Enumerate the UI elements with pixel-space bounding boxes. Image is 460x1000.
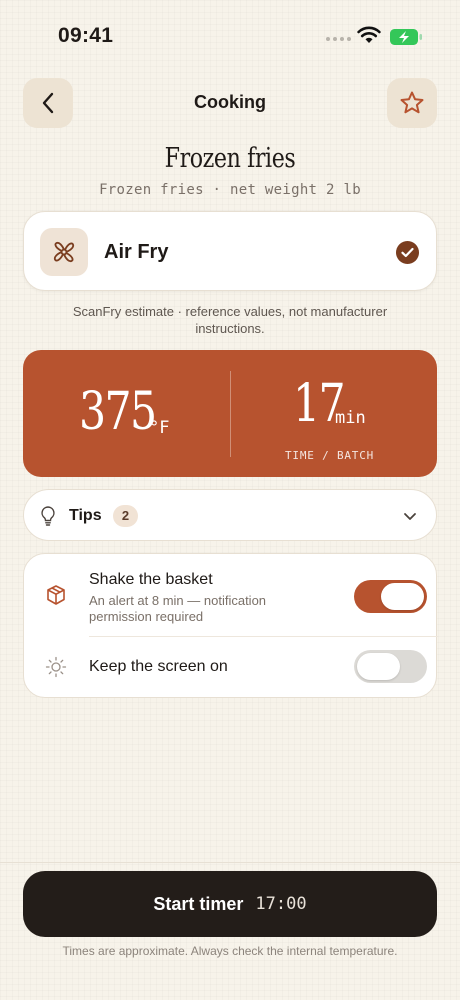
- status-time: 09:41: [58, 24, 114, 47]
- status-bar: 09:41: [0, 0, 460, 60]
- battery-charging-icon: [390, 29, 422, 45]
- wifi-icon: [357, 26, 381, 43]
- star-icon: [400, 91, 424, 114]
- tips-label: Tips: [69, 507, 102, 524]
- toggle-knob: [381, 583, 424, 610]
- time-unit: min: [335, 408, 366, 428]
- options-card: Shake the basket An alert at 8 min — not…: [23, 553, 438, 698]
- start-timer-time: 17:00: [255, 894, 307, 914]
- temperature-unit: °F: [149, 418, 170, 438]
- divider: [89, 636, 438, 637]
- food-subtitle: Frozen fries · net weight 2 lb: [99, 182, 361, 198]
- shake-basket-title: Shake the basket: [89, 571, 213, 588]
- estimate-note: ScanFry estimate · reference values, not…: [72, 304, 388, 336]
- tips-count-badge: 2: [113, 505, 138, 527]
- cellular-signal-icon: [326, 37, 351, 41]
- chevron-down-icon: [404, 513, 416, 520]
- tips-expander[interactable]: Tips 2: [23, 489, 437, 541]
- keep-screen-on-toggle[interactable]: [354, 650, 427, 683]
- checkmark-icon: [396, 241, 419, 264]
- shake-basket-subtitle: An alert at 8 min — notification permiss…: [89, 593, 267, 624]
- start-timer-button[interactable]: Start timer 17:00: [23, 871, 437, 937]
- footnote: Times are approximate. Always check the …: [62, 944, 398, 958]
- box-icon: [47, 585, 65, 605]
- toggle-knob: [357, 653, 400, 680]
- cooking-mode-card[interactable]: Air Fry: [23, 211, 437, 291]
- divider: [0, 862, 460, 863]
- fan-icon: [40, 228, 88, 276]
- keep-screen-on-title: Keep the screen on: [89, 658, 228, 675]
- time-caption: TIME / BATCH: [285, 449, 375, 462]
- cooking-settings-card: 375 °F 17 min TIME / BATCH: [23, 350, 437, 477]
- start-timer-label: Start timer: [153, 893, 244, 914]
- food-title: Frozen fries: [164, 143, 296, 174]
- divider: [230, 371, 231, 457]
- sun-icon: [45, 656, 67, 678]
- shake-basket-toggle[interactable]: [354, 580, 427, 613]
- favorite-button[interactable]: [387, 78, 437, 128]
- mode-label: Air Fry: [104, 241, 169, 263]
- lightbulb-icon: [41, 506, 55, 526]
- temperature-value: 375: [79, 382, 157, 442]
